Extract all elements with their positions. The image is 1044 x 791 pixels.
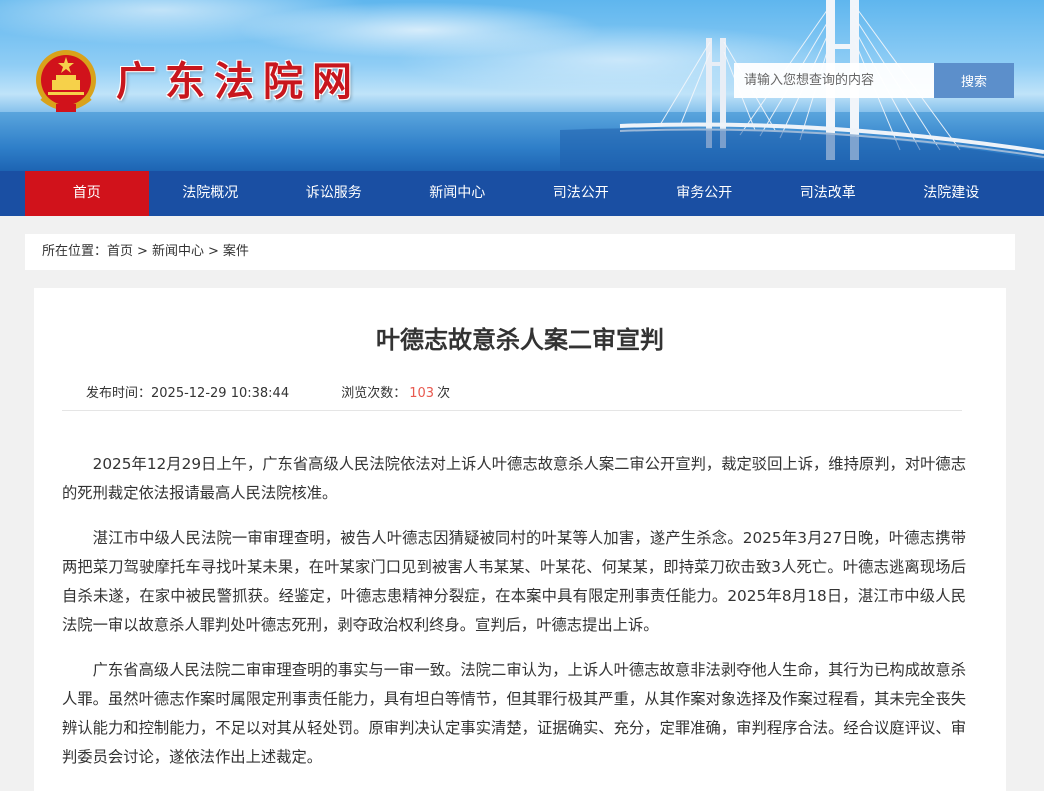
nav-item-court-construction[interactable]: 法院建设	[890, 171, 1014, 216]
nav-item-trial-affairs[interactable]: 审务公开	[643, 171, 767, 216]
main-nav: 首页 法院概况 诉讼服务 新闻中心 司法公开 审务公开 司法改革 法院建设	[0, 171, 1044, 216]
site-title: 广东法院网	[116, 58, 361, 105]
breadcrumb-home-link[interactable]: 首页	[107, 244, 133, 259]
article-paragraph: 广东省高级人民法院二审审理查明的事实与一审一致。法院二审认为，上诉人叶德志故意非…	[62, 661, 966, 766]
breadcrumb-separator: >	[137, 244, 148, 259]
article-paragraph: 湛江市中级人民法院一审审理查明，被告人叶德志因猜疑被同村的叶某等人加害，遂产生杀…	[62, 529, 966, 634]
breadcrumb-prefix: 所在位置：	[42, 244, 108, 259]
nav-item-judicial-disclosure[interactable]: 司法公开	[519, 171, 643, 216]
meta-divider	[62, 410, 962, 411]
views-label: 浏览次数：	[341, 386, 407, 401]
views-unit: 次	[437, 386, 451, 401]
views-count: 103	[409, 386, 435, 401]
nav-item-litigation-service[interactable]: 诉讼服务	[272, 171, 396, 216]
header-banner: 广东法院网 搜索	[0, 0, 1044, 171]
article-meta: 发布时间：2025-12-29 10:38:44 浏览次数： 103 次	[86, 384, 450, 404]
nav-item-judicial-reform[interactable]: 司法改革	[766, 171, 890, 216]
breadcrumb-separator: >	[207, 244, 219, 259]
breadcrumb-news-link[interactable]: 新闻中心	[152, 244, 204, 259]
article-body: 2025年12月29日上午，广东省高级人民法院依法对上诉人叶德志故意杀人案二审公…	[62, 450, 966, 788]
article-paragraph: 2025年12月29日上午，广东省高级人民法院依法对上诉人叶德志故意杀人案二审公…	[62, 455, 966, 502]
article-panel: 叶德志故意杀人案二审宣判 发布时间：2025-12-29 10:38:44 浏览…	[34, 288, 1006, 791]
national-emblem-icon	[36, 50, 96, 112]
publish-time-label: 发布时间：	[86, 386, 152, 401]
nav-item-news-center[interactable]: 新闻中心	[396, 171, 520, 216]
nav-item-home[interactable]: 首页	[25, 171, 149, 216]
breadcrumb-cases-link[interactable]: 案件	[223, 244, 249, 259]
search-input[interactable]	[734, 63, 934, 98]
publish-time: 2025-12-29 10:38:44	[151, 386, 290, 401]
article-title: 叶德志故意杀人案二审宣判	[376, 326, 664, 354]
breadcrumb: 所在位置：首页 > 新闻中心 > 案件	[25, 234, 1015, 270]
search-button[interactable]: 搜索	[934, 63, 1014, 98]
nav-item-court-overview[interactable]: 法院概况	[149, 171, 273, 216]
